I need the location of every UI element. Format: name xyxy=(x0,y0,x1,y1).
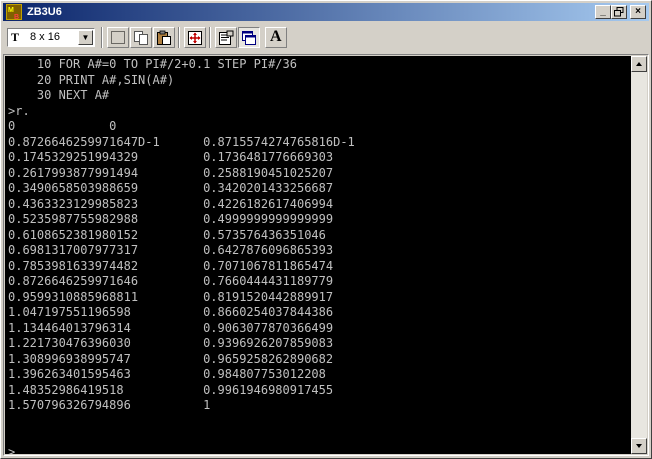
close-icon: × xyxy=(635,6,641,17)
vertical-scrollbar[interactable] xyxy=(631,56,647,454)
font-size-select[interactable]: T 8 x 16 ▼ xyxy=(7,28,95,47)
scroll-up-button[interactable] xyxy=(631,56,647,72)
console-line: 0.8726646259971647D-1 0.8715574274765816… xyxy=(8,134,355,149)
console-line: 20 PRINT A#,SIN(A#) xyxy=(8,72,175,87)
copy-button[interactable] xyxy=(130,27,152,48)
toolbar-separator xyxy=(209,27,211,48)
console-line: 1.047197551196598 0.8660254037844386 xyxy=(8,305,334,319)
console-line: >r. xyxy=(8,103,30,118)
console-line: 0.3490658503988659 0.3420201433256687 xyxy=(8,181,334,195)
properties-button[interactable] xyxy=(215,27,237,48)
console-line: 1.221730476396030 0.9396926207859083 xyxy=(8,336,334,350)
arrow-up-icon xyxy=(636,62,642,66)
console-line: 0.4363323129985823 0.4226182617406994 xyxy=(8,196,334,211)
console-screen[interactable]: 10 FOR A#=0 TO PI#/2+0.1 STEP PI#/36 20 … xyxy=(5,56,631,454)
mark-button[interactable] xyxy=(107,27,129,48)
font-size-value: 8 x 16 xyxy=(30,31,60,43)
minimize-button[interactable]: _ xyxy=(595,5,611,19)
console-line: 30 NEXT A# xyxy=(8,88,110,102)
toolbar: T 8 x 16 ▼ A xyxy=(3,24,649,52)
minimize-icon: _ xyxy=(600,6,606,17)
console-window: M B ZB3U6 _ × T 8 x 16 ▼ A 10 FOR A#=0 T… xyxy=(0,0,652,459)
font-button[interactable]: A xyxy=(265,27,287,48)
truetype-icon: T xyxy=(11,30,20,44)
svg-text:M: M xyxy=(8,7,14,14)
window-mode-icon xyxy=(242,31,256,45)
console-output: 10 FOR A#=0 TO PI#/2+0.1 STEP PI#/36 20 … xyxy=(8,57,355,454)
console-line: 1.134464013796314 0.9063077870366499 xyxy=(8,320,334,335)
console-line: 0.7853981633974482 0.7071067811865474 xyxy=(8,258,334,273)
console-line: 0.6108652381980152 0.573576436351046 xyxy=(8,227,326,242)
restore-icon xyxy=(614,7,624,17)
scroll-down-button[interactable] xyxy=(631,438,647,454)
arrow-down-icon xyxy=(636,444,642,448)
console-line: 0.5235987755982988 0.4999999999999999 xyxy=(8,212,334,226)
console-line: 0.1745329251994329 0.1736481776669303 xyxy=(8,150,334,164)
console-line: 0 0 xyxy=(8,119,117,133)
fullscreen-icon xyxy=(188,31,202,45)
console-line: 1.308996938995747 0.9659258262890682 xyxy=(8,351,334,366)
console-line: 10 FOR A#=0 TO PI#/2+0.1 STEP PI#/36 xyxy=(8,57,297,71)
console-line: 0.8726646259971646 0.7660444431189779 xyxy=(8,274,334,288)
paste-button[interactable] xyxy=(153,27,175,48)
console-line: 1.570796326794896 1 xyxy=(8,398,211,412)
console-area: 10 FOR A#=0 TO PI#/2+0.1 STEP PI#/36 20 … xyxy=(3,54,649,456)
window-mode-button[interactable] xyxy=(238,27,260,48)
window-title: ZB3U6 xyxy=(27,6,62,18)
maximize-button[interactable] xyxy=(611,5,627,19)
console-line: > xyxy=(8,444,16,455)
app-icon[interactable]: M B xyxy=(6,4,22,20)
chevron-down-icon[interactable]: ▼ xyxy=(78,30,93,45)
svg-text:B: B xyxy=(14,14,19,20)
copy-icon xyxy=(134,31,148,45)
console-line: 0.9599310885968811 0.8191520442889917 xyxy=(8,289,334,304)
title-bar[interactable]: M B ZB3U6 _ × xyxy=(3,3,649,21)
properties-icon xyxy=(219,30,234,45)
font-icon: A xyxy=(270,28,282,45)
close-button[interactable]: × xyxy=(630,5,646,19)
fullscreen-button[interactable] xyxy=(184,27,206,48)
console-line: 1.396263401595463 0.984807753012208 xyxy=(8,367,326,381)
toolbar-separator xyxy=(101,27,103,48)
console-line: 0.2617993877991494 0.2588190451025207 xyxy=(8,165,334,180)
paste-icon xyxy=(157,30,171,45)
toolbar-separator xyxy=(178,27,180,48)
console-line: 0.6981317007977317 0.6427876096865393 xyxy=(8,243,334,257)
select-rectangle-icon xyxy=(111,31,125,44)
console-line: 1.48352986419518 0.9961946980917455 xyxy=(8,382,334,397)
